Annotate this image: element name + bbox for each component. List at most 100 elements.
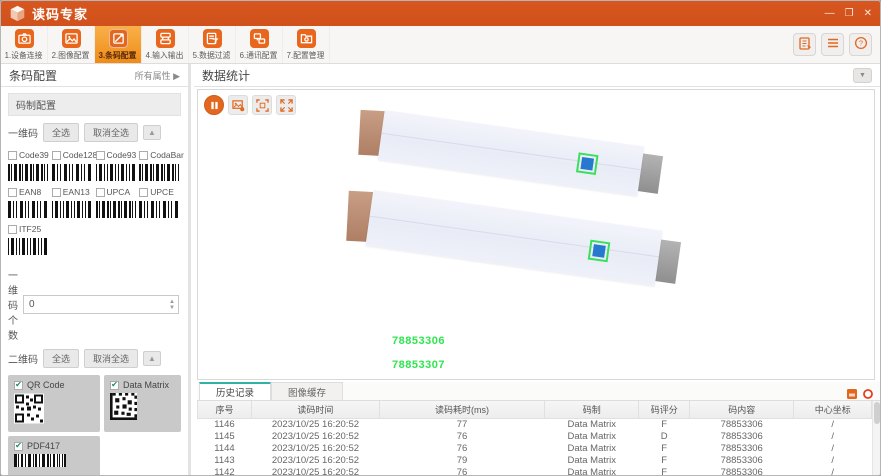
image-viewer[interactable]: 78853306 78853307 xyxy=(197,89,875,380)
qr-code-image xyxy=(14,393,94,429)
upca-barcode-image xyxy=(96,201,136,218)
image-settings-button[interactable] xyxy=(228,95,248,115)
oned-collapse-button[interactable]: ▲ xyxy=(143,125,161,140)
tab-history[interactable]: 历史记录 xyxy=(199,382,271,400)
minimize-button[interactable]: — xyxy=(825,9,835,19)
checkbox-data-matrix[interactable] xyxy=(110,381,119,390)
twod-code-qr-code: QR Code xyxy=(8,375,100,432)
pause-button[interactable] xyxy=(204,95,224,115)
close-button[interactable]: ✕ xyxy=(864,9,872,19)
list-button[interactable] xyxy=(821,33,844,56)
table-cell: D xyxy=(639,430,690,442)
toolbar-item-7[interactable]: 7.配置管理 xyxy=(283,26,330,63)
toolbar-item-5[interactable]: 5.数据过滤 xyxy=(189,26,236,63)
checkbox-code128[interactable] xyxy=(52,151,61,160)
toolbar-item-label: 7.配置管理 xyxy=(287,49,325,60)
twod-code-pdf417: PDF417 xyxy=(8,436,100,475)
all-properties-link[interactable]: 所有属性 ▶ xyxy=(135,69,180,82)
refresh-button[interactable] xyxy=(861,387,874,400)
barcode-label xyxy=(592,244,606,258)
checkbox-itf25[interactable] xyxy=(8,225,17,234)
code-name-label: ITF25 xyxy=(19,224,41,234)
table-cell: 2023/10/25 16:20:52 xyxy=(251,466,379,475)
table-cell: F xyxy=(639,466,690,475)
checkbox-codabar[interactable] xyxy=(139,151,148,160)
table-cell: Data Matrix xyxy=(545,442,639,454)
codabar-barcode-image xyxy=(139,164,179,181)
toolbar-item-2[interactable]: 2.图像配置 xyxy=(48,26,95,63)
table-cell: / xyxy=(794,466,872,475)
left-panel-title: 条码配置 xyxy=(9,67,57,84)
checkbox-ean8[interactable] xyxy=(8,188,17,197)
scrollbar-thumb[interactable] xyxy=(874,402,880,424)
table-row[interactable]: 11422023/10/25 16:20:5276Data MatrixF788… xyxy=(198,466,872,475)
pause-icon xyxy=(210,101,219,110)
column-header: 读码时间 xyxy=(251,401,379,418)
toolbar-item-1[interactable]: 1.设备连接 xyxy=(1,26,48,63)
camera-icon xyxy=(15,29,34,48)
oned-deselect-all-button[interactable]: 取消全选 xyxy=(84,123,138,142)
table-scrollbar[interactable] xyxy=(872,401,880,475)
decode-region-highlight xyxy=(588,240,611,263)
table-cell: Data Matrix xyxy=(545,430,639,442)
tab-image-cache[interactable]: 图像缓存 xyxy=(271,382,343,400)
ean13-barcode-image xyxy=(52,201,92,218)
panel-dropdown-button[interactable]: ▼ xyxy=(853,68,872,83)
log-button[interactable] xyxy=(793,33,816,56)
history-table: 序号读码时间读码耗时(ms)码制码评分码内容中心坐标 11462023/10/2… xyxy=(197,401,872,475)
table-row[interactable]: 11452023/10/25 16:20:5276Data MatrixD788… xyxy=(198,430,872,442)
oned-code-ean13: EAN13 xyxy=(52,185,96,222)
table-row[interactable]: 11432023/10/25 16:20:5279Data MatrixF788… xyxy=(198,454,872,466)
twod-code-data-matrix: Data Matrix xyxy=(104,375,181,432)
decode-result-text: 78853307 xyxy=(392,359,445,371)
oned-select-all-button[interactable]: 全选 xyxy=(43,123,79,142)
save-button[interactable] xyxy=(845,387,858,400)
twod-collapse-button[interactable]: ▲ xyxy=(143,351,161,366)
twod-deselect-all-button[interactable]: 取消全选 xyxy=(84,349,138,368)
table-cell: 1142 xyxy=(198,466,252,475)
checkbox-qr-code[interactable] xyxy=(14,381,23,390)
oned-code-ean8: EAN8 xyxy=(8,185,52,222)
checkbox-ean13[interactable] xyxy=(52,188,61,197)
data-matrix-image xyxy=(110,393,175,425)
table-row[interactable]: 11462023/10/25 16:20:5277Data MatrixF788… xyxy=(198,418,872,430)
table-cell: 2023/10/25 16:20:52 xyxy=(251,418,379,430)
checkbox-pdf417[interactable] xyxy=(14,442,23,451)
table-cell: F xyxy=(639,454,690,466)
oned-count-spinner[interactable]: ▲▼ xyxy=(23,295,179,314)
toolbar-item-label: 3.条码配置 xyxy=(99,49,137,60)
code-name-label: CodaBar xyxy=(150,150,184,160)
column-header: 序号 xyxy=(198,401,252,418)
code128-barcode-image xyxy=(52,164,92,181)
toolbar-item-3[interactable]: 3.条码配置 xyxy=(95,26,142,63)
checkbox-upca[interactable] xyxy=(96,188,105,197)
checkbox-code93[interactable] xyxy=(96,151,105,160)
code-name-label: QR Code xyxy=(27,380,65,390)
code-name-label: UPCE xyxy=(150,187,174,197)
twod-select-all-button[interactable]: 全选 xyxy=(43,349,79,368)
toolbar-item-6[interactable]: 6.通讯配置 xyxy=(236,26,283,63)
column-header: 中心坐标 xyxy=(794,401,872,418)
checkbox-upce[interactable] xyxy=(139,188,148,197)
toolbar-item-4[interactable]: 4.输入输出 xyxy=(142,26,189,63)
checkbox-code39[interactable] xyxy=(8,151,17,160)
code39-barcode-image xyxy=(8,164,48,181)
barcode-label xyxy=(580,157,594,171)
code93-barcode-image xyxy=(96,164,136,181)
code-name-label: PDF417 xyxy=(27,441,60,451)
help-button[interactable]: ? xyxy=(849,33,872,56)
spinner-arrows-icon[interactable]: ▲▼ xyxy=(166,299,178,311)
input-output-icon xyxy=(156,29,175,48)
comm-config-icon xyxy=(250,29,269,48)
table-cell: 78853306 xyxy=(689,442,793,454)
fit-to-screen-button[interactable] xyxy=(252,95,272,115)
table-row[interactable]: 11442023/10/25 16:20:5276Data MatrixF788… xyxy=(198,442,872,454)
table-cell: 76 xyxy=(379,430,544,442)
fullscreen-button[interactable] xyxy=(276,95,296,115)
oned-code-upca: UPCA xyxy=(96,185,140,222)
maximize-button[interactable]: ❐ xyxy=(845,9,854,19)
table-cell: 78853306 xyxy=(689,466,793,475)
oned-count-input[interactable] xyxy=(24,299,166,310)
image-settings-icon xyxy=(232,99,245,112)
toolbar-item-label: 5.数据过滤 xyxy=(193,49,231,60)
